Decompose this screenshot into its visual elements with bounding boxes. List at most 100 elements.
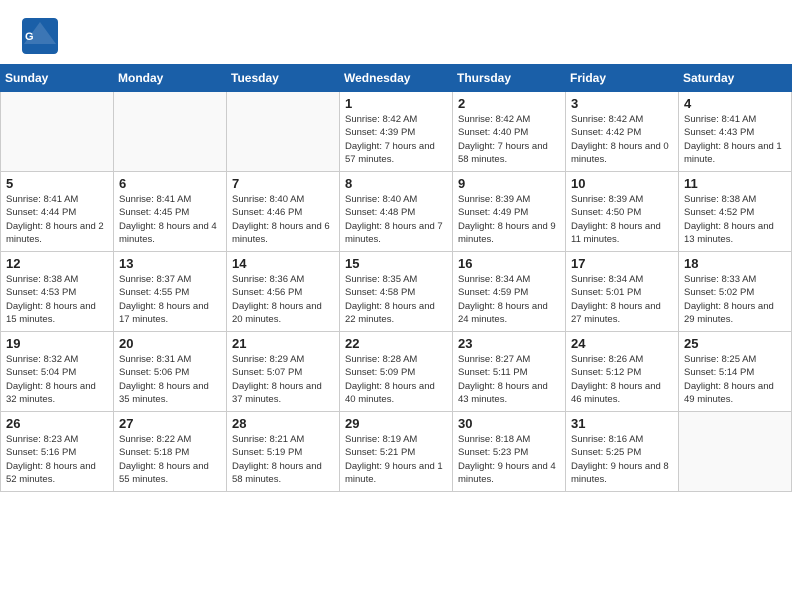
day-content: Sunrise: 8:28 AM Sunset: 5:09 PM Dayligh… (345, 353, 447, 406)
calendar-header: SundayMondayTuesdayWednesdayThursdayFrid… (1, 65, 792, 92)
weekday-header-friday: Friday (566, 65, 679, 92)
day-number: 12 (6, 256, 108, 271)
day-number: 21 (232, 336, 334, 351)
day-number: 1 (345, 96, 447, 111)
day-content: Sunrise: 8:32 AM Sunset: 5:04 PM Dayligh… (6, 353, 108, 406)
day-number: 22 (345, 336, 447, 351)
day-number: 17 (571, 256, 673, 271)
calendar-cell: 8 Sunrise: 8:40 AM Sunset: 4:48 PM Daylig… (340, 172, 453, 252)
calendar-cell: 26 Sunrise: 8:23 AM Sunset: 5:16 PM Dayli… (1, 412, 114, 492)
calendar-cell: 4Sunrise: 8:41 AM Sunset: 4:43 PM Daylig… (679, 92, 792, 172)
day-content: Sunrise: 8:25 AM Sunset: 5:14 PM Dayligh… (684, 353, 786, 406)
day-number: 30 (458, 416, 560, 431)
weekday-header-wednesday: Wednesday (340, 65, 453, 92)
calendar-cell (679, 412, 792, 492)
calendar-cell: 15 Sunrise: 8:35 AM Sunset: 4:58 PM Dayli… (340, 252, 453, 332)
day-number: 23 (458, 336, 560, 351)
day-content: Sunrise: 8:36 AM Sunset: 4:56 PM Dayligh… (232, 273, 334, 326)
day-content: Sunrise: 8:42 AM Sunset: 4:42 PM Dayligh… (571, 113, 673, 166)
day-number: 3 (571, 96, 673, 111)
day-content: Sunrise: 8:16 AM Sunset: 5:25 PM Dayligh… (571, 433, 673, 486)
weekday-header-saturday: Saturday (679, 65, 792, 92)
day-content: Sunrise: 8:27 AM Sunset: 5:11 PM Dayligh… (458, 353, 560, 406)
calendar-cell (114, 92, 227, 172)
day-content: Sunrise: 8:22 AM Sunset: 5:18 PM Dayligh… (119, 433, 221, 486)
day-content: Sunrise: 8:39 AM Sunset: 4:49 PM Dayligh… (458, 193, 560, 246)
calendar-cell: 10Sunrise: 8:39 AM Sunset: 4:50 PM Dayli… (566, 172, 679, 252)
day-number: 6 (119, 176, 221, 191)
day-number: 20 (119, 336, 221, 351)
calendar-cell: 23 Sunrise: 8:27 AM Sunset: 5:11 PM Dayli… (453, 332, 566, 412)
day-number: 11 (684, 176, 786, 191)
calendar-week-1: 1 Sunrise: 8:42 AM Sunset: 4:39 PM Daylig… (1, 92, 792, 172)
day-content: Sunrise: 8:21 AM Sunset: 5:19 PM Dayligh… (232, 433, 334, 486)
day-content: Sunrise: 8:37 AM Sunset: 4:55 PM Dayligh… (119, 273, 221, 326)
calendar-cell: 27 Sunrise: 8:22 AM Sunset: 5:18 PM Dayli… (114, 412, 227, 492)
day-content: Sunrise: 8:41 AM Sunset: 4:45 PM Dayligh… (119, 193, 221, 246)
calendar-cell: 12 Sunrise: 8:38 AM Sunset: 4:53 PM Dayli… (1, 252, 114, 332)
calendar-cell: 6 Sunrise: 8:41 AM Sunset: 4:45 PM Daylig… (114, 172, 227, 252)
svg-text:G: G (25, 31, 34, 43)
calendar-week-3: 12 Sunrise: 8:38 AM Sunset: 4:53 PM Dayli… (1, 252, 792, 332)
day-content: Sunrise: 8:26 AM Sunset: 5:12 PM Dayligh… (571, 353, 673, 406)
calendar-cell: 29 Sunrise: 8:19 AM Sunset: 5:21 PM Dayli… (340, 412, 453, 492)
calendar-week-5: 26 Sunrise: 8:23 AM Sunset: 5:16 PM Dayli… (1, 412, 792, 492)
day-content: Sunrise: 8:34 AM Sunset: 4:59 PM Dayligh… (458, 273, 560, 326)
day-content: Sunrise: 8:34 AM Sunset: 5:01 PM Dayligh… (571, 273, 673, 326)
day-content: Sunrise: 8:38 AM Sunset: 4:53 PM Dayligh… (6, 273, 108, 326)
day-number: 16 (458, 256, 560, 271)
calendar-cell: 7 Sunrise: 8:40 AM Sunset: 4:46 PM Daylig… (227, 172, 340, 252)
day-number: 2 (458, 96, 560, 111)
day-number: 18 (684, 256, 786, 271)
calendar-cell: 25Sunrise: 8:25 AM Sunset: 5:14 PM Dayli… (679, 332, 792, 412)
calendar-cell: 13 Sunrise: 8:37 AM Sunset: 4:55 PM Dayli… (114, 252, 227, 332)
calendar-table: SundayMondayTuesdayWednesdayThursdayFrid… (0, 64, 792, 492)
weekday-header-monday: Monday (114, 65, 227, 92)
calendar-cell: 1 Sunrise: 8:42 AM Sunset: 4:39 PM Daylig… (340, 92, 453, 172)
calendar-week-4: 19 Sunrise: 8:32 AM Sunset: 5:04 PM Dayli… (1, 332, 792, 412)
day-content: Sunrise: 8:41 AM Sunset: 4:43 PM Dayligh… (684, 113, 786, 166)
calendar-cell: 19 Sunrise: 8:32 AM Sunset: 5:04 PM Dayli… (1, 332, 114, 412)
day-number: 28 (232, 416, 334, 431)
day-number: 19 (6, 336, 108, 351)
day-content: Sunrise: 8:19 AM Sunset: 5:21 PM Dayligh… (345, 433, 447, 486)
calendar-cell: 20Sunrise: 8:31 AM Sunset: 5:06 PM Dayli… (114, 332, 227, 412)
calendar-cell: 28 Sunrise: 8:21 AM Sunset: 5:19 PM Dayli… (227, 412, 340, 492)
calendar-cell (227, 92, 340, 172)
day-number: 15 (345, 256, 447, 271)
calendar-cell: 22 Sunrise: 8:28 AM Sunset: 5:09 PM Dayli… (340, 332, 453, 412)
day-number: 5 (6, 176, 108, 191)
calendar-cell: 16 Sunrise: 8:34 AM Sunset: 4:59 PM Dayli… (453, 252, 566, 332)
day-number: 26 (6, 416, 108, 431)
day-number: 8 (345, 176, 447, 191)
day-content: Sunrise: 8:18 AM Sunset: 5:23 PM Dayligh… (458, 433, 560, 486)
calendar-cell: 2Sunrise: 8:42 AM Sunset: 4:40 PM Daylig… (453, 92, 566, 172)
logo: G (20, 16, 64, 56)
calendar-cell: 30 Sunrise: 8:18 AM Sunset: 5:23 PM Dayli… (453, 412, 566, 492)
page-header: G (0, 0, 792, 64)
day-content: Sunrise: 8:35 AM Sunset: 4:58 PM Dayligh… (345, 273, 447, 326)
day-content: Sunrise: 8:23 AM Sunset: 5:16 PM Dayligh… (6, 433, 108, 486)
day-number: 27 (119, 416, 221, 431)
day-content: Sunrise: 8:29 AM Sunset: 5:07 PM Dayligh… (232, 353, 334, 406)
calendar-cell: 9 Sunrise: 8:39 AM Sunset: 4:49 PM Daylig… (453, 172, 566, 252)
day-content: Sunrise: 8:41 AM Sunset: 4:44 PM Dayligh… (6, 193, 108, 246)
day-number: 29 (345, 416, 447, 431)
calendar-cell: 5 Sunrise: 8:41 AM Sunset: 4:44 PM Daylig… (1, 172, 114, 252)
calendar-cell: 24Sunrise: 8:26 AM Sunset: 5:12 PM Dayli… (566, 332, 679, 412)
day-content: Sunrise: 8:42 AM Sunset: 4:39 PM Dayligh… (345, 113, 447, 166)
calendar-cell: 18 Sunrise: 8:33 AM Sunset: 5:02 PM Dayli… (679, 252, 792, 332)
weekday-header-sunday: Sunday (1, 65, 114, 92)
day-number: 13 (119, 256, 221, 271)
calendar-cell: 21 Sunrise: 8:29 AM Sunset: 5:07 PM Dayli… (227, 332, 340, 412)
day-content: Sunrise: 8:33 AM Sunset: 5:02 PM Dayligh… (684, 273, 786, 326)
day-content: Sunrise: 8:38 AM Sunset: 4:52 PM Dayligh… (684, 193, 786, 246)
day-content: Sunrise: 8:40 AM Sunset: 4:48 PM Dayligh… (345, 193, 447, 246)
day-number: 9 (458, 176, 560, 191)
calendar-cell: 3 Sunrise: 8:42 AM Sunset: 4:42 PM Daylig… (566, 92, 679, 172)
day-content: Sunrise: 8:40 AM Sunset: 4:46 PM Dayligh… (232, 193, 334, 246)
calendar-cell: 11 Sunrise: 8:38 AM Sunset: 4:52 PM Dayli… (679, 172, 792, 252)
day-number: 7 (232, 176, 334, 191)
weekday-header-thursday: Thursday (453, 65, 566, 92)
day-content: Sunrise: 8:39 AM Sunset: 4:50 PM Dayligh… (571, 193, 673, 246)
